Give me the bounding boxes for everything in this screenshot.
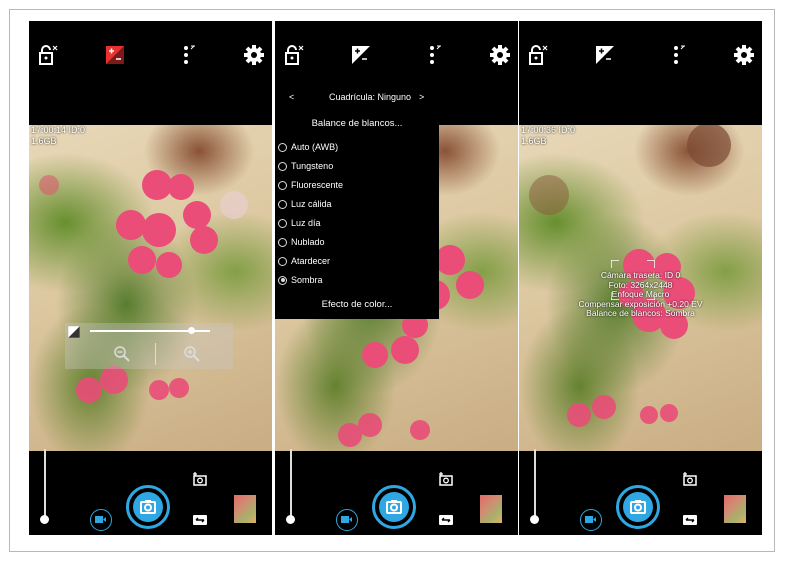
zoom-seekbar[interactable]	[534, 449, 536, 519]
grid-next-button[interactable]: >	[419, 92, 424, 102]
top-toolbar	[275, 21, 518, 91]
lock-icon[interactable]	[283, 44, 305, 66]
grid-label: Cuadrícula: Ninguno	[328, 92, 412, 102]
switch-mode-icon[interactable]	[191, 513, 209, 527]
flower-photo	[39, 170, 248, 403]
exposure-icon[interactable]	[350, 44, 372, 66]
video-button[interactable]	[580, 509, 602, 531]
camera-icon	[630, 500, 646, 514]
switch-camera-icon[interactable]	[191, 471, 209, 487]
camera-icon	[386, 500, 402, 514]
bottom-toolbar	[275, 449, 518, 535]
storage-text: 1.6GB	[31, 136, 57, 146]
camera-info-overlay: Cámara trasera: ID 0 Foto: 3264x2448 Enf…	[519, 270, 762, 319]
status-overlay: 17:00:14 ID:0 1.6GB	[31, 125, 85, 147]
status-overlay: 17:00:36 ID:0 1.6GB	[521, 125, 575, 147]
exposure-slider-thumb[interactable]	[188, 327, 195, 334]
lock-icon[interactable]	[37, 44, 59, 66]
zoom-seekbar-thumb[interactable]	[40, 515, 49, 524]
radio-button[interactable]	[278, 256, 287, 266]
wb-option[interactable]: Luz día	[278, 214, 321, 232]
wb-option[interactable]: Auto (AWB)	[278, 138, 338, 156]
take-photo-button[interactable]	[616, 485, 660, 529]
top-toolbar	[29, 21, 272, 91]
popup-menu-icon[interactable]	[669, 44, 691, 66]
take-photo-button[interactable]	[372, 485, 416, 529]
color-effect-item[interactable]: Efecto de color...	[275, 299, 439, 310]
grid-selector: < Cuadrícula: Ninguno >	[275, 91, 518, 107]
radio-button[interactable]	[278, 237, 287, 247]
zoom-seekbar[interactable]	[44, 449, 46, 519]
radio-button[interactable]	[278, 199, 287, 209]
camera-screen-3: 17:00:36 ID:0 1.6GB Cámara trasera: ID 0…	[519, 21, 762, 535]
last-photo-thumbnail[interactable]	[724, 495, 746, 523]
gear-icon[interactable]	[489, 44, 511, 66]
radio-button[interactable]	[278, 161, 287, 171]
time-text: 17:00:14 ID:0	[31, 125, 86, 135]
lock-icon[interactable]	[527, 44, 549, 66]
bottom-toolbar	[29, 449, 272, 535]
video-icon	[95, 516, 106, 523]
radio-button[interactable]	[278, 180, 287, 190]
camera-screen-2: < Cuadrícula: Ninguno > Balance de blanc…	[275, 21, 518, 535]
take-photo-button[interactable]	[126, 485, 170, 529]
wb-option[interactable]: Fluorescente	[278, 176, 343, 194]
gear-icon[interactable]	[733, 44, 755, 66]
zoom-seekbar-thumb[interactable]	[530, 515, 539, 524]
video-icon	[341, 516, 352, 523]
bottom-toolbar	[519, 449, 762, 535]
camera-preview[interactable]: 17:00:14 ID:0 1.6GB	[29, 125, 272, 451]
switch-camera-icon[interactable]	[437, 471, 455, 487]
wb-option[interactable]: Luz cálida	[278, 195, 332, 213]
camera-screen-1: 17:00:14 ID:0 1.6GB	[29, 21, 272, 535]
zoom-in-icon[interactable]	[183, 345, 201, 363]
zoom-seekbar-thumb[interactable]	[286, 515, 295, 524]
popup-menu-icon[interactable]	[179, 44, 201, 66]
radio-button-selected[interactable]	[278, 275, 287, 285]
video-button[interactable]	[90, 509, 112, 531]
white-balance-title: Balance de blancos...	[311, 118, 403, 129]
zoom-seekbar[interactable]	[290, 449, 292, 519]
switch-mode-icon[interactable]	[681, 513, 699, 527]
exposure-icon[interactable]	[594, 44, 616, 66]
wb-option[interactable]: Atardecer	[278, 252, 330, 270]
switch-mode-icon[interactable]	[437, 513, 455, 527]
radio-button[interactable]	[278, 218, 287, 228]
video-icon	[585, 516, 596, 523]
exposure-small-icon	[68, 326, 80, 338]
wb-option[interactable]: Nublado	[278, 233, 325, 251]
zoom-out-icon[interactable]	[113, 345, 131, 363]
popup-menu: < Cuadrícula: Ninguno > Balance de blanc…	[275, 91, 439, 319]
switch-camera-icon[interactable]	[681, 471, 699, 487]
camera-icon	[140, 500, 156, 514]
top-toolbar	[519, 21, 762, 91]
exposure-icon[interactable]	[104, 44, 126, 66]
camera-preview[interactable]: 17:00:36 ID:0 1.6GB Cámara trasera: ID 0…	[519, 125, 762, 451]
last-photo-thumbnail[interactable]	[480, 495, 502, 523]
time-text: 17:00:36 ID:0	[521, 125, 576, 135]
storage-text: 1.6GB	[521, 136, 547, 146]
gear-icon[interactable]	[243, 44, 265, 66]
zoom-divider	[155, 343, 156, 365]
wb-option[interactable]: Tungsteno	[278, 157, 333, 175]
info-white-balance: Balance de blancos: Sombra	[586, 308, 695, 318]
wb-option-selected[interactable]: Sombra	[278, 271, 323, 289]
radio-button[interactable]	[278, 142, 287, 152]
popup-menu-icon[interactable]	[425, 44, 447, 66]
exposure-slider-panel	[65, 323, 233, 369]
last-photo-thumbnail[interactable]	[234, 495, 256, 523]
video-button[interactable]	[336, 509, 358, 531]
